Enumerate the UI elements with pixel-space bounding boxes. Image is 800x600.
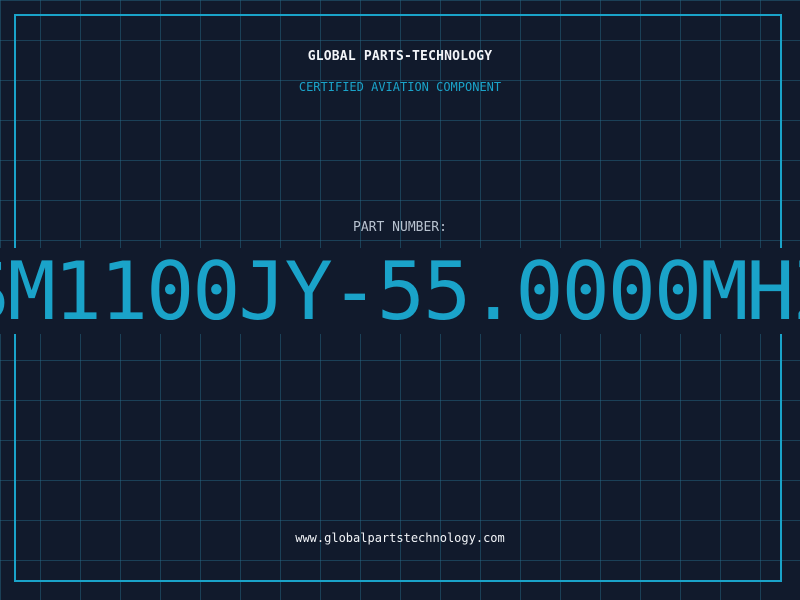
certification-subtitle: CERTIFIED AVIATION COMPONENT (298, 80, 502, 94)
company-name: GLOBAL PARTS-TECHNOLOGY (307, 49, 493, 64)
website-url: www.globalpartstechnology.com (295, 531, 505, 545)
certificate-panel: GLOBAL PARTS-TECHNOLOGY CERTIFIED AVIATI… (0, 0, 800, 600)
part-number-value: SM1100JY-55.0000MHZ (0, 245, 800, 338)
part-number-label: PART NUMBER: (353, 220, 447, 235)
